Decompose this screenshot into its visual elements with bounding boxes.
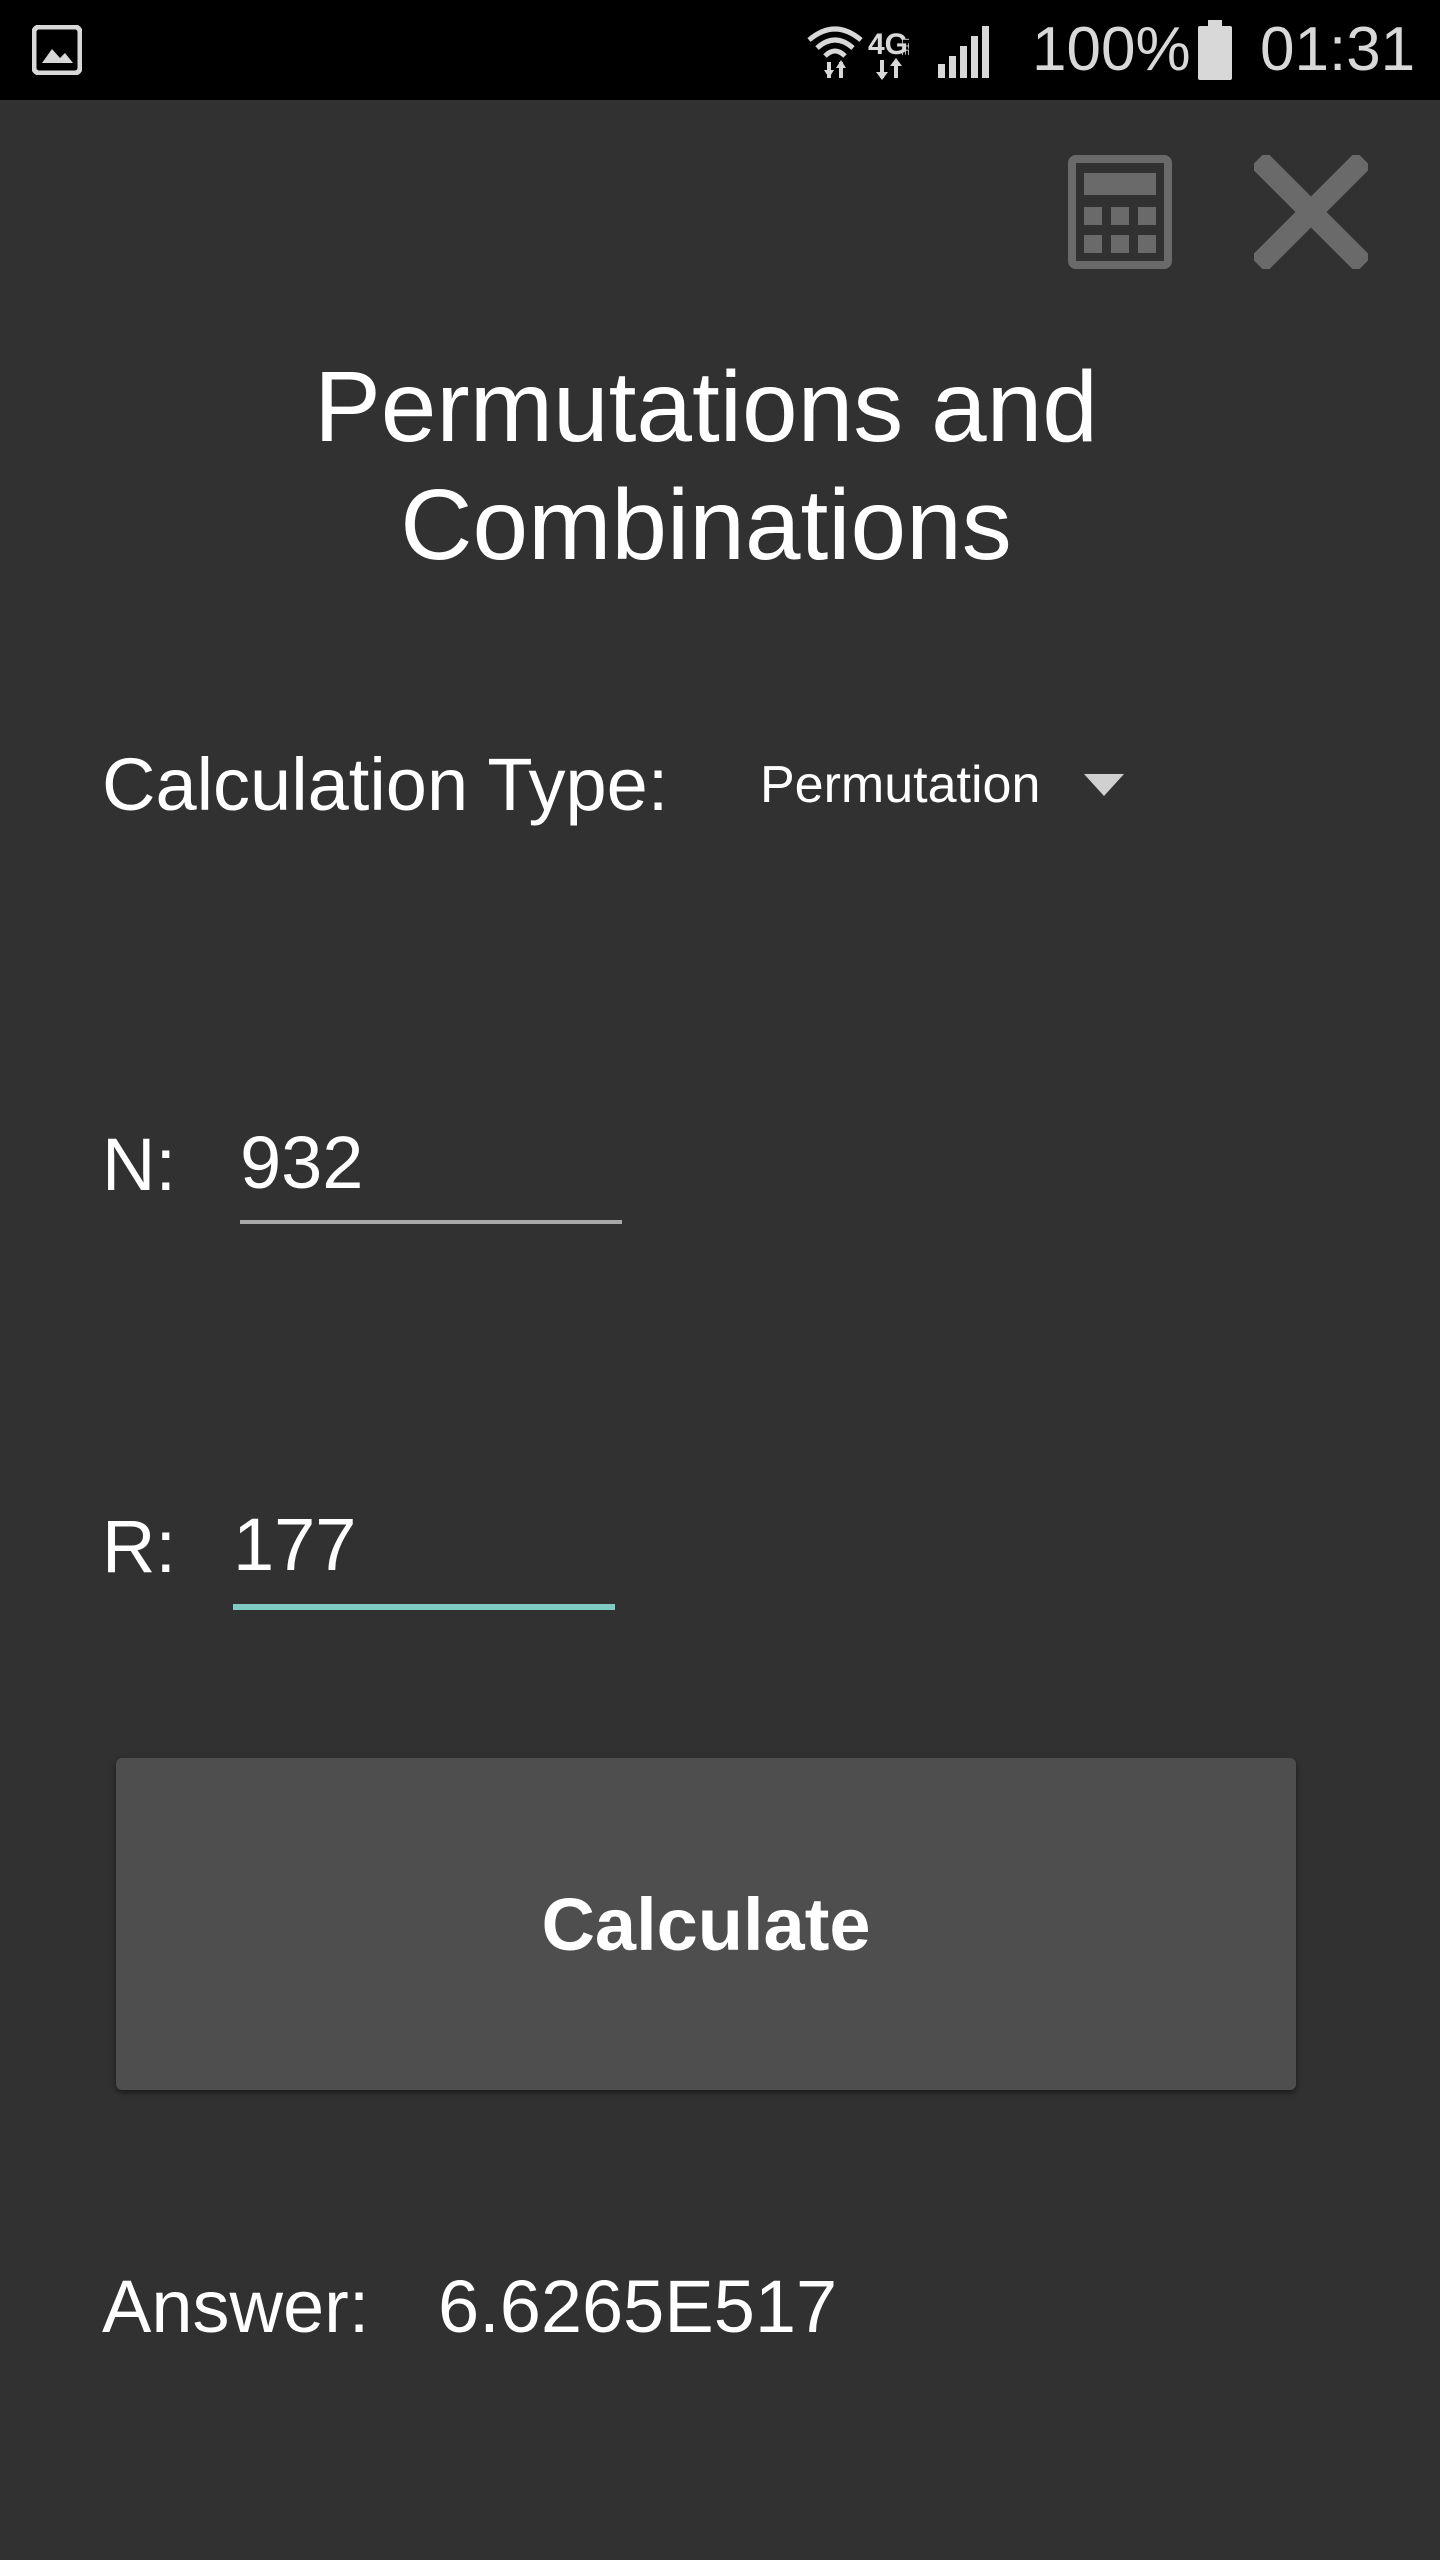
dropdown-caret-icon bbox=[1084, 774, 1124, 796]
battery-icon bbox=[1198, 20, 1232, 80]
calculation-type-value: Permutation bbox=[760, 756, 1041, 814]
answer-label: Answer: bbox=[102, 2265, 370, 2348]
r-input-value: 177 bbox=[233, 1503, 357, 1586]
n-label: N: bbox=[102, 1123, 176, 1206]
n-input[interactable]: 932 bbox=[240, 1110, 622, 1224]
r-input[interactable]: 177 bbox=[233, 1492, 615, 1610]
page-title-line-1: Permutations and bbox=[314, 351, 1098, 463]
calculator-icon[interactable] bbox=[1068, 155, 1172, 269]
close-icon[interactable] bbox=[1254, 155, 1368, 269]
status-bar: 4G LTE 100% 01:31 bbox=[0, 0, 1440, 100]
n-input-value: 932 bbox=[240, 1121, 364, 1204]
wifi-icon bbox=[807, 26, 863, 78]
svg-text:LTE: LTE bbox=[899, 38, 910, 56]
r-label: R: bbox=[102, 1505, 176, 1588]
calculation-type-dropdown[interactable]: Permutation bbox=[740, 740, 1160, 830]
signal-icon bbox=[938, 26, 989, 78]
calculation-type-label: Calculation Type: bbox=[102, 743, 669, 826]
page-title: Permutations and Combinations bbox=[0, 348, 1412, 584]
calculate-button-label: Calculate bbox=[541, 1882, 871, 1966]
gallery-icon bbox=[32, 25, 82, 75]
calculate-button[interactable]: Calculate bbox=[116, 1758, 1296, 2090]
status-time: 01:31 bbox=[1260, 15, 1416, 84]
battery-percent: 100% bbox=[1032, 15, 1191, 84]
lte-icon: 4G LTE bbox=[868, 28, 910, 80]
page-title-line-2: Combinations bbox=[400, 469, 1012, 581]
answer-value: 6.6265E517 bbox=[438, 2265, 838, 2348]
